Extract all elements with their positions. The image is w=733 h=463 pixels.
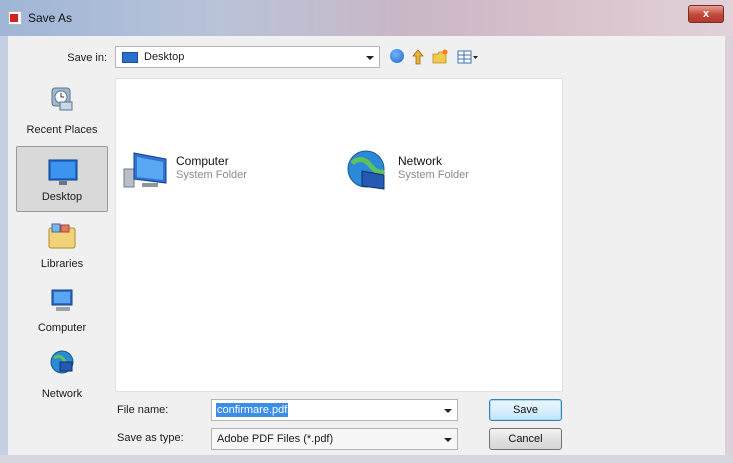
computer-icon: [123, 152, 167, 188]
recent-places-icon: [51, 87, 73, 111]
place-network[interactable]: Network: [16, 346, 108, 410]
chevron-down-icon: [444, 438, 452, 442]
file-item-computer[interactable]: Computer System Folder: [120, 149, 300, 193]
close-button[interactable]: x: [688, 5, 724, 23]
file-name-label: File name:: [117, 404, 169, 416]
chevron-down-icon[interactable]: [444, 409, 452, 413]
file-name: Computer: [176, 154, 229, 168]
save-as-type-value: Adobe PDF Files (*.pdf): [217, 433, 334, 445]
place-label: Desktop: [41, 191, 83, 203]
place-label: Libraries: [40, 258, 84, 270]
window-title: Save As: [28, 11, 73, 25]
window-frame-bottom: [0, 455, 733, 463]
desktop-small-icon: [122, 52, 138, 63]
file-name-input[interactable]: confirmare.pdf: [211, 399, 458, 421]
desktop-icon: [48, 159, 78, 185]
save-as-type-dropdown[interactable]: Adobe PDF Files (*.pdf): [211, 428, 458, 450]
save-as-type-label: Save as type:: [117, 432, 184, 444]
cancel-button[interactable]: Cancel: [489, 428, 562, 450]
title-bar: Save As x: [0, 0, 733, 36]
new-folder-icon[interactable]: [432, 49, 448, 65]
save-in-dropdown[interactable]: Desktop: [115, 46, 380, 68]
file-name: Network: [398, 154, 443, 168]
place-libraries[interactable]: Libraries: [16, 218, 108, 282]
file-list[interactable]: Computer System Folder Network System Fo…: [115, 78, 563, 392]
save-in-label: Save in:: [67, 52, 107, 64]
window-frame-right: [725, 36, 733, 463]
place-label: Network: [41, 388, 83, 400]
place-label: Computer: [37, 322, 87, 334]
chevron-down-icon: [366, 56, 374, 60]
place-label: Recent Places: [26, 124, 98, 136]
computer-icon: [51, 289, 73, 311]
save-in-value: Desktop: [144, 51, 185, 63]
network-globe-icon: [347, 150, 386, 190]
window-frame-left: [0, 36, 8, 463]
place-computer[interactable]: Computer: [16, 284, 108, 348]
places-bar: Recent Places Desktop Libraries Computer: [16, 78, 108, 418]
libraries-icon: [48, 223, 76, 249]
save-button[interactable]: Save: [489, 399, 562, 421]
file-item-network[interactable]: Network System Folder: [342, 149, 522, 193]
pdf-app-icon: [8, 11, 22, 25]
file-name-value: confirmare.pdf: [216, 403, 289, 417]
place-desktop[interactable]: Desktop: [16, 146, 108, 212]
up-folder-icon[interactable]: [412, 49, 424, 65]
network-icon: [50, 350, 74, 374]
file-type: System Folder: [176, 169, 247, 181]
back-icon[interactable]: [390, 49, 404, 63]
views-menu-icon[interactable]: [457, 49, 479, 65]
file-type: System Folder: [398, 169, 469, 181]
place-recent-places[interactable]: Recent Places: [16, 78, 108, 142]
